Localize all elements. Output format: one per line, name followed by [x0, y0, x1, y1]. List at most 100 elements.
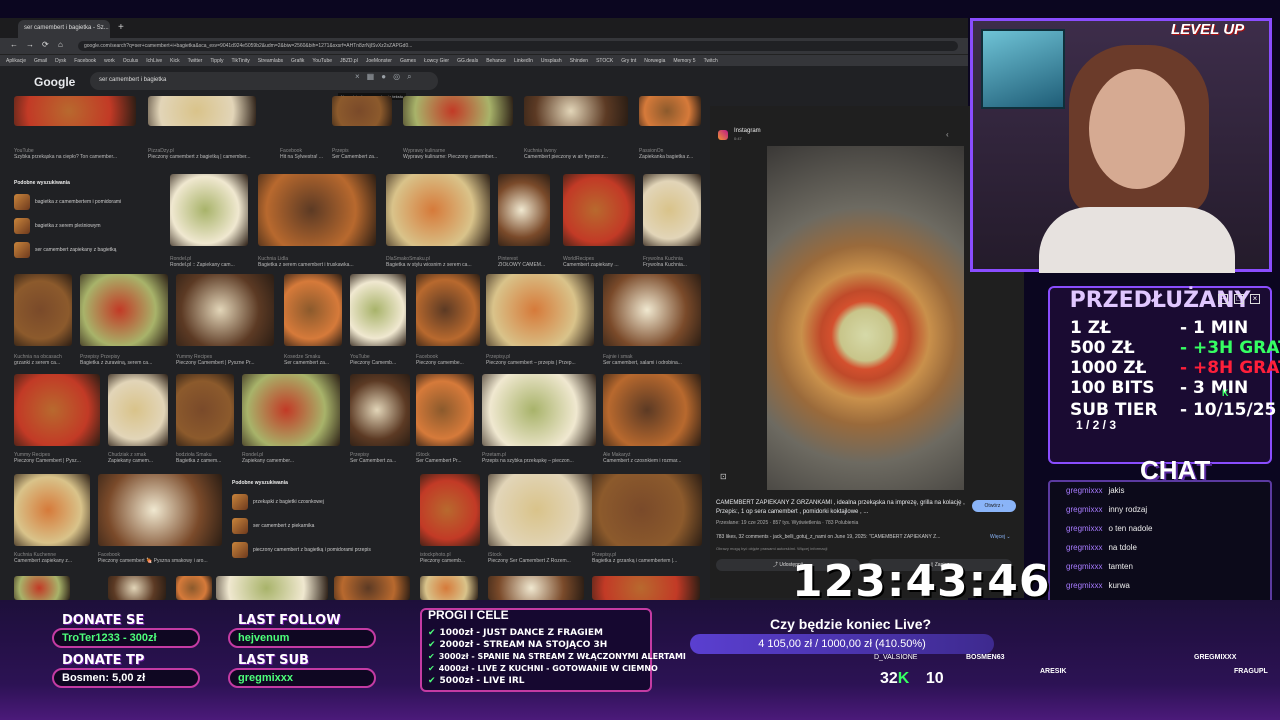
- result-caption[interactable]: Kuchnia Iwony Camembert pieczony w air fr…: [524, 148, 634, 160]
- result-caption[interactable]: Rondel.pl Zapiekany camember...: [242, 452, 340, 464]
- search-icon[interactable]: ⌕: [407, 72, 418, 81]
- result-image[interactable]: [350, 274, 406, 346]
- close-icon[interactable]: ‹: [946, 130, 949, 139]
- result-image[interactable]: [14, 374, 100, 446]
- result-caption[interactable]: Yummy Recipes Pieczony Camembert | Pysz..…: [14, 452, 100, 464]
- result-image[interactable]: [14, 274, 72, 346]
- tab-active[interactable]: ser camembert i bagietka - Sz...: [18, 20, 110, 38]
- related-search-item[interactable]: bagietka z camembertem i pomidorami: [14, 190, 160, 214]
- result-caption[interactable]: WorldRecipes Camembert zapiekany ...: [563, 256, 635, 268]
- result-image[interactable]: [170, 174, 248, 246]
- result-caption[interactable]: iStock Pieczony Ser Camembert Z Rozem...: [488, 552, 596, 564]
- result-image[interactable]: [488, 474, 596, 546]
- bookmark-item[interactable]: Facebook: [74, 58, 96, 64]
- reload-icon[interactable]: ⟳: [42, 40, 49, 49]
- result-image[interactable]: [488, 576, 584, 600]
- result-image[interactable]: [80, 274, 168, 346]
- bookmark-item[interactable]: Tipply: [210, 58, 223, 64]
- more-link[interactable]: Więcej ⌄: [990, 534, 1011, 540]
- new-tab-button[interactable]: +: [118, 22, 124, 33]
- result-image[interactable]: [403, 96, 513, 126]
- chat-username[interactable]: gregmixxx: [1066, 486, 1102, 495]
- related-search-item[interactable]: bagietka z serem pleśniowym: [14, 214, 160, 238]
- url-field[interactable]: google.com/search?q=ser+camembert+i+bagi…: [78, 41, 958, 51]
- bookmark-item[interactable]: Twitch: [704, 58, 718, 64]
- result-caption[interactable]: PassionOn Zapiekanka bagietka z...: [639, 148, 710, 160]
- preview-source[interactable]: Instagram: [734, 128, 761, 134]
- result-image[interactable]: [639, 96, 701, 126]
- nav-forward-icon[interactable]: →: [26, 40, 34, 49]
- mic-icon[interactable]: ●: [381, 72, 393, 81]
- result-image[interactable]: [386, 174, 490, 246]
- chat-username[interactable]: gregmixxx: [1066, 524, 1102, 533]
- result-caption[interactable]: Przepisy.pl Pieczony camembert – przepis …: [486, 354, 594, 366]
- chat-username[interactable]: gregmixxx: [1066, 562, 1102, 571]
- result-image[interactable]: [420, 576, 478, 600]
- result-image[interactable]: [176, 576, 212, 600]
- lens-icon[interactable]: ◎: [393, 72, 407, 81]
- google-logo[interactable]: Google: [34, 75, 75, 89]
- home-icon[interactable]: ⌂: [58, 40, 63, 49]
- related-search-item[interactable]: ser camembert z piekarnika: [232, 514, 408, 538]
- bookmark-item[interactable]: Oculus: [123, 58, 139, 64]
- result-caption[interactable]: Facebook Pieczony camembert 🍖 Pyszna smak…: [98, 552, 222, 564]
- result-image[interactable]: [176, 374, 234, 446]
- result-image[interactable]: [416, 274, 480, 346]
- result-caption[interactable]: istockphoto.pl Pieczony camemb...: [420, 552, 480, 564]
- bookmark-item[interactable]: JoeMonster: [366, 58, 392, 64]
- result-caption[interactable]: Ale Makaryż Camembert z czosnkiem i rozma…: [603, 452, 701, 464]
- result-image[interactable]: [420, 474, 480, 546]
- result-image[interactable]: [284, 274, 342, 346]
- result-image[interactable]: [242, 374, 340, 446]
- result-image[interactable]: [258, 174, 376, 246]
- clear-icon[interactable]: ×: [355, 72, 367, 81]
- lens-icon[interactable]: ⊡: [720, 472, 727, 481]
- bookmark-item[interactable]: Gmail: [34, 58, 47, 64]
- result-image[interactable]: [14, 576, 70, 600]
- result-image[interactable]: [176, 274, 274, 346]
- result-caption[interactable]: Facebook Pieczony camembe...: [416, 354, 480, 366]
- bookmark-item[interactable]: Aplikacje: [6, 58, 26, 64]
- bookmark-item[interactable]: JBZD.pl: [340, 58, 358, 64]
- bookmark-item[interactable]: work: [104, 58, 115, 64]
- chat-username[interactable]: gregmixxx: [1066, 505, 1102, 514]
- bookmark-item[interactable]: Unsplash: [541, 58, 562, 64]
- bookmark-item[interactable]: LinkedIn: [514, 58, 533, 64]
- result-caption[interactable]: Yummy Recipes Pieczony Camembert | Pyszne…: [176, 354, 274, 366]
- result-caption[interactable]: Rondel.pl Rondel.pl :: Zapiekany cam...: [170, 256, 248, 268]
- result-caption[interactable]: iStock Ser Camembert Pr...: [416, 452, 474, 464]
- keyboard-icon[interactable]: ▦: [367, 72, 382, 81]
- result-caption[interactable]: Przepisy.pl Bagietka z grzanką i camember…: [592, 552, 702, 564]
- related-search-item[interactable]: przekąski z bagietki czosnkowej: [232, 490, 408, 514]
- result-image[interactable]: [108, 576, 166, 600]
- result-image[interactable]: [14, 474, 90, 546]
- bookmark-item[interactable]: Dysk: [55, 58, 66, 64]
- bookmark-item[interactable]: Memory 5: [673, 58, 695, 64]
- bookmark-item[interactable]: Grafik: [291, 58, 304, 64]
- visit-button[interactable]: Otwórz ›: [972, 500, 1016, 512]
- bookmark-item[interactable]: YouTube: [312, 58, 332, 64]
- result-image[interactable]: [498, 174, 550, 246]
- related-search-item[interactable]: ser camembert zapiekany z bagietką: [14, 238, 160, 262]
- bookmark-item[interactable]: Łowcy Gier: [424, 58, 449, 64]
- result-caption[interactable]: PizzaDzy.pl Pieczony camembert z bagietką…: [148, 148, 258, 160]
- result-image[interactable]: [108, 374, 168, 446]
- chat-username[interactable]: gregmixxx: [1066, 543, 1102, 552]
- result-image[interactable]: [416, 374, 474, 446]
- result-caption[interactable]: Pinterest ZIOŁOWY CAMEM...: [498, 256, 550, 268]
- result-caption[interactable]: Kuchnia na obcasach grzanki z serem ca...: [14, 354, 72, 366]
- chat-username[interactable]: gregmixxx: [1066, 581, 1102, 590]
- bookmark-item[interactable]: Shinden: [570, 58, 588, 64]
- result-caption[interactable]: Przetam.pl Przepis na szybka przekąskę – …: [482, 452, 596, 464]
- result-image[interactable]: [216, 576, 328, 600]
- bookmark-item[interactable]: Games: [400, 58, 416, 64]
- bookmark-item[interactable]: Twitter: [188, 58, 203, 64]
- result-image[interactable]: [592, 576, 700, 600]
- related-search-item[interactable]: pieczony camembert z bagietką i pomidora…: [232, 538, 408, 562]
- result-caption[interactable]: YouTube Szybka przekąska na ciepło? Ton c…: [14, 148, 124, 160]
- result-caption[interactable]: Frywolna Kuchnia Frywolna Kuchnia...: [643, 256, 701, 268]
- bookmark-item[interactable]: Norwegia: [644, 58, 665, 64]
- preview-title[interactable]: CAMEMBERT ZAPIEKANY Z GRZANKAMI , idealn…: [716, 499, 976, 517]
- result-caption[interactable]: Kuchnia Kuchenne Camembert zapiekany z...: [14, 552, 90, 564]
- bookmark-item[interactable]: Gry tnt: [621, 58, 636, 64]
